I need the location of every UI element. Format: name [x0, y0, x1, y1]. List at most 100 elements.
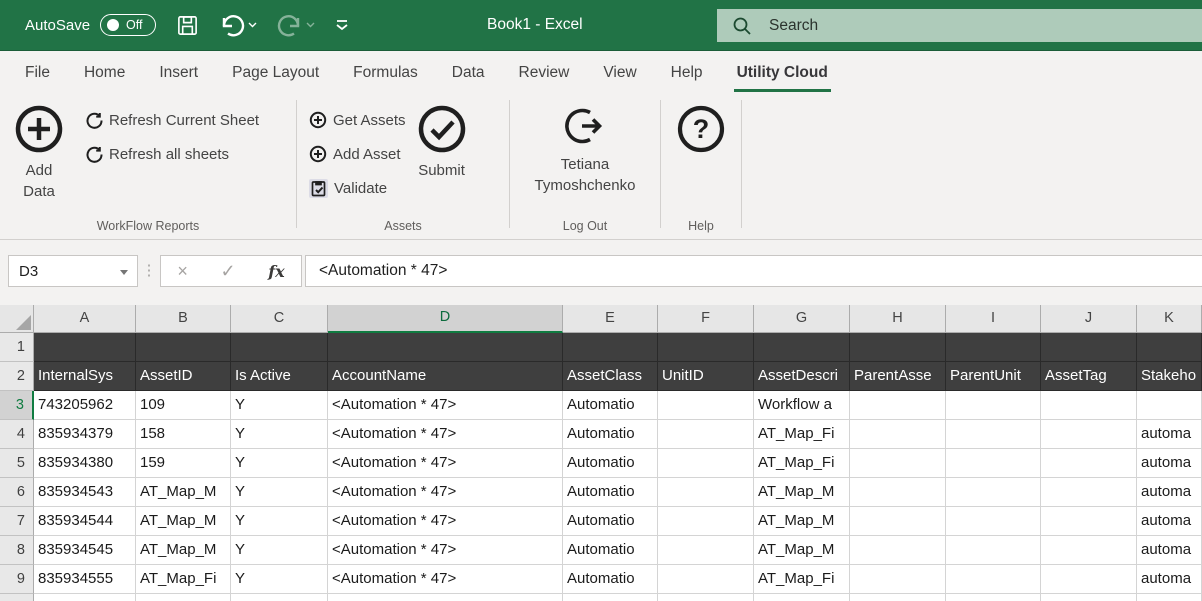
row-header-5[interactable]: 5 [0, 449, 34, 478]
cell-B7[interactable]: AT_Map_M [136, 507, 231, 536]
cell-G2[interactable]: AssetDescri [754, 362, 850, 391]
cell-G8[interactable]: AT_Map_M [754, 536, 850, 565]
cell-A9[interactable]: 835934555 [34, 565, 136, 594]
tab-review[interactable]: Review [502, 51, 587, 95]
cell-H8[interactable] [850, 536, 946, 565]
formula-input[interactable]: <Automation * 47> [305, 255, 1202, 287]
cell-J5[interactable] [1041, 449, 1137, 478]
cell-I7[interactable] [946, 507, 1041, 536]
cell-A6[interactable]: 835934543 [34, 478, 136, 507]
cell-G6[interactable]: AT_Map_M [754, 478, 850, 507]
cell-J6[interactable] [1041, 478, 1137, 507]
cell-I1[interactable] [946, 333, 1041, 362]
cell-B10[interactable] [136, 594, 231, 601]
row-header-4[interactable]: 4 [0, 420, 34, 449]
cell-J10[interactable] [1041, 594, 1137, 601]
cell-J4[interactable] [1041, 420, 1137, 449]
cell-C3[interactable]: Y [231, 391, 328, 420]
cell-K9[interactable]: automa [1137, 565, 1202, 594]
cell-B5[interactable]: 159 [136, 449, 231, 478]
cell-G7[interactable]: AT_Map_M [754, 507, 850, 536]
column-header-I[interactable]: I [946, 305, 1041, 333]
cell-K10[interactable] [1137, 594, 1202, 601]
cell-F4[interactable] [658, 420, 754, 449]
tab-home[interactable]: Home [67, 51, 142, 95]
cell-D10[interactable] [328, 594, 563, 601]
refresh-all-sheets-button[interactable]: Refresh all sheets [86, 142, 259, 166]
autosave-toggle[interactable]: Off [100, 14, 156, 36]
cell-E1[interactable] [563, 333, 658, 362]
insert-function-icon[interactable]: fx [268, 262, 284, 281]
add-asset-button[interactable]: Add Asset [309, 142, 406, 166]
cell-I2[interactable]: ParentUnit [946, 362, 1041, 391]
column-header-F[interactable]: F [658, 305, 754, 333]
column-header-J[interactable]: J [1041, 305, 1137, 333]
column-header-G[interactable]: G [754, 305, 850, 333]
refresh-current-sheet-button[interactable]: Refresh Current Sheet [86, 108, 259, 132]
cell-J7[interactable] [1041, 507, 1137, 536]
tab-data[interactable]: Data [435, 51, 502, 95]
cell-H3[interactable] [850, 391, 946, 420]
cell-A5[interactable]: 835934380 [34, 449, 136, 478]
row-header-10[interactable] [0, 594, 34, 601]
tab-help[interactable]: Help [654, 51, 720, 95]
cell-K4[interactable]: automa [1137, 420, 1202, 449]
cell-K5[interactable]: automa [1137, 449, 1202, 478]
cell-K1[interactable] [1137, 333, 1202, 362]
cell-E5[interactable]: Automatio [563, 449, 658, 478]
cell-D4[interactable]: <Automation * 47> [328, 420, 563, 449]
cancel-icon[interactable]: × [177, 261, 188, 282]
cell-E9[interactable]: Automatio [563, 565, 658, 594]
cell-B6[interactable]: AT_Map_M [136, 478, 231, 507]
column-header-C[interactable]: C [231, 305, 328, 333]
search-input[interactable]: Search [717, 9, 1202, 42]
cell-H10[interactable] [850, 594, 946, 601]
cell-C9[interactable]: Y [231, 565, 328, 594]
column-header-E[interactable]: E [563, 305, 658, 333]
row-header-3[interactable]: 3 [0, 391, 34, 420]
cell-F10[interactable] [658, 594, 754, 601]
cell-I6[interactable] [946, 478, 1041, 507]
cell-J2[interactable]: AssetTag [1041, 362, 1137, 391]
cell-B4[interactable]: 158 [136, 420, 231, 449]
cell-H7[interactable] [850, 507, 946, 536]
column-header-B[interactable]: B [136, 305, 231, 333]
cell-G5[interactable]: AT_Map_Fi [754, 449, 850, 478]
cell-E6[interactable]: Automatio [563, 478, 658, 507]
tab-insert[interactable]: Insert [142, 51, 215, 95]
cell-G4[interactable]: AT_Map_Fi [754, 420, 850, 449]
cell-D9[interactable]: <Automation * 47> [328, 565, 563, 594]
column-header-A[interactable]: A [34, 305, 136, 333]
cell-C6[interactable]: Y [231, 478, 328, 507]
cell-F1[interactable] [658, 333, 754, 362]
row-header-6[interactable]: 6 [0, 478, 34, 507]
cell-E3[interactable]: Automatio [563, 391, 658, 420]
column-header-H[interactable]: H [850, 305, 946, 333]
cell-A3[interactable]: 743205962 [34, 391, 136, 420]
cell-E10[interactable] [563, 594, 658, 601]
cell-H5[interactable] [850, 449, 946, 478]
get-assets-button[interactable]: Get Assets [309, 108, 406, 132]
cell-F6[interactable] [658, 478, 754, 507]
cell-I3[interactable] [946, 391, 1041, 420]
row-header-7[interactable]: 7 [0, 507, 34, 536]
cell-D7[interactable]: <Automation * 47> [328, 507, 563, 536]
cell-E8[interactable]: Automatio [563, 536, 658, 565]
cell-D2[interactable]: AccountName [328, 362, 563, 391]
cell-D6[interactable]: <Automation * 47> [328, 478, 563, 507]
cell-K7[interactable]: automa [1137, 507, 1202, 536]
cell-B3[interactable]: 109 [136, 391, 231, 420]
cell-I5[interactable] [946, 449, 1041, 478]
cell-C8[interactable]: Y [231, 536, 328, 565]
submit-button[interactable]: Submit [416, 95, 468, 239]
cell-K3[interactable] [1137, 391, 1202, 420]
select-all-corner[interactable] [0, 305, 34, 333]
cell-E2[interactable]: AssetClass [563, 362, 658, 391]
cell-C7[interactable]: Y [231, 507, 328, 536]
cell-J8[interactable] [1041, 536, 1137, 565]
cell-B8[interactable]: AT_Map_M [136, 536, 231, 565]
cell-D8[interactable]: <Automation * 47> [328, 536, 563, 565]
cell-B1[interactable] [136, 333, 231, 362]
cell-F5[interactable] [658, 449, 754, 478]
customize-quick-access-button[interactable] [335, 19, 349, 31]
